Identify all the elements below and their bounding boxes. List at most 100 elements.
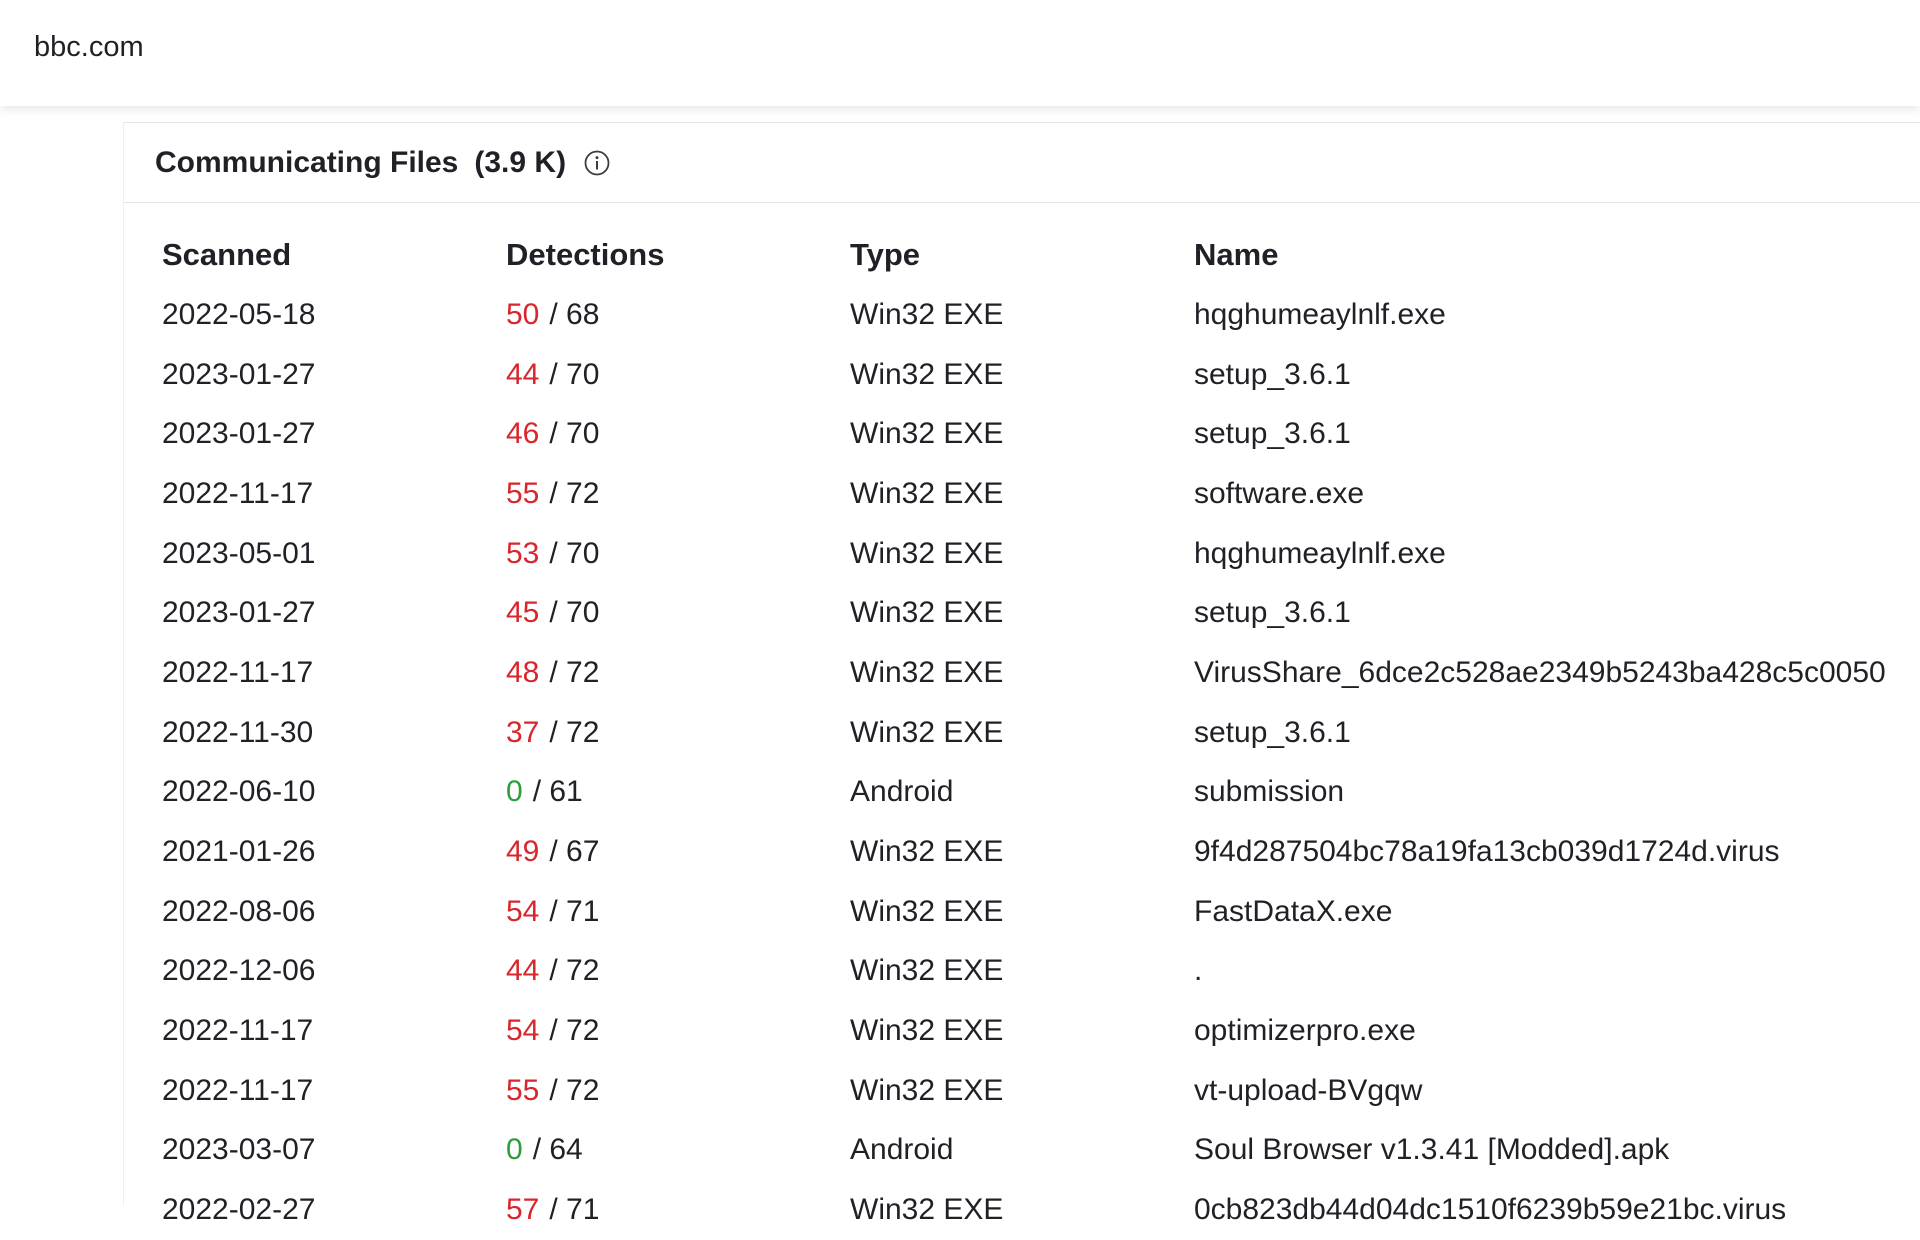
cell-detections: 49 / 67 (506, 835, 850, 869)
cell-type: Win32 EXE (850, 536, 1004, 570)
detection-total: / 61 (532, 775, 583, 809)
table-row[interactable]: 2021-01-26 49 / 67 Win32 EXE 9f4d287504bc78a… (162, 822, 1920, 882)
panel-header: Communicating Files (3.9 K) (124, 123, 1920, 203)
cell-scanned: 2023-05-01 (162, 536, 316, 570)
cell-name[interactable]: setup_3.6.1 (1194, 716, 1920, 750)
table-row[interactable]: 2023-03-07 0 / 64 Android Soul Browser v1.3.… (162, 1121, 1920, 1181)
detection-total: / 72 (549, 655, 600, 689)
cell-type: Win32 EXE (850, 1014, 1004, 1048)
table-row[interactable]: 2022-11-17 54 / 72 Win32 EXE optimizerpro.ex… (162, 1001, 1920, 1061)
cell-type: Win32 EXE (850, 357, 1004, 391)
cell-detections: 45 / 70 (506, 596, 850, 630)
cell-detections: 44 / 72 (506, 954, 850, 988)
cell-name[interactable]: 9f4d287504bc78a19fa13cb039d1724d.virus (1194, 835, 1920, 869)
detection-total: / 71 (549, 1193, 600, 1227)
cell-detections: 54 / 71 (506, 895, 850, 929)
cell-detections: 0 / 61 (506, 775, 850, 809)
detection-positives: 55 (506, 1073, 540, 1107)
cell-name[interactable]: hqghumeaylnlf.exe (1194, 537, 1920, 571)
detection-positives: 0 (506, 1133, 523, 1167)
cell-name[interactable]: FastDataX.exe (1194, 895, 1920, 929)
table-row[interactable]: 2023-01-27 45 / 70 Win32 EXE setup_3.6.1 (162, 583, 1920, 643)
cell-scanned: 2022-12-06 (162, 954, 316, 988)
table-row[interactable]: 2023-01-27 44 / 70 Win32 EXE setup_3.6.1 (162, 345, 1920, 405)
cell-type: Win32 EXE (850, 835, 1004, 869)
detection-positives: 54 (506, 1014, 540, 1048)
cell-detections: 57 / 71 (506, 1193, 850, 1227)
column-header-type[interactable]: Type (850, 237, 1194, 273)
section-title: Communicating Files (155, 145, 459, 179)
column-header-name[interactable]: Name (1194, 237, 1920, 273)
cell-type: Win32 EXE (850, 476, 1004, 510)
cell-scanned: 2021-01-26 (162, 835, 316, 869)
table-row[interactable]: 2022-11-17 55 / 72 Win32 EXE software.exe (162, 464, 1920, 524)
detection-positives: 50 (506, 297, 540, 331)
cell-name[interactable]: vt-upload-BVgqw (1194, 1074, 1920, 1108)
detection-total: / 70 (549, 536, 600, 570)
cell-detections: 53 / 70 (506, 537, 850, 571)
cell-detections: 44 / 70 (506, 358, 850, 392)
table-row[interactable]: 2023-01-27 46 / 70 Win32 EXE setup_3.6.1 (162, 404, 1920, 464)
table-body: 2022-05-18 50 / 68 Win32 EXE hqghumeaylnlf.e… (162, 285, 1920, 1240)
cell-type: Win32 EXE (850, 954, 1004, 988)
cell-type: Android (850, 775, 954, 809)
info-circle-icon[interactable] (583, 149, 611, 177)
cell-scanned: 2022-06-10 (162, 775, 316, 809)
cell-detections: 55 / 72 (506, 477, 850, 511)
column-header-scanned[interactable]: Scanned (162, 237, 506, 273)
cell-scanned: 2022-08-06 (162, 894, 316, 928)
cell-name[interactable]: hqghumeaylnlf.exe (1194, 298, 1920, 332)
detection-positives: 46 (506, 417, 540, 451)
cell-name[interactable]: submission (1194, 775, 1920, 809)
detection-positives: 53 (506, 536, 540, 570)
table-row[interactable]: 2022-11-30 37 / 72 Win32 EXE setup_3.6.1 (162, 703, 1920, 763)
cell-name[interactable]: software.exe (1194, 477, 1920, 511)
cell-type: Win32 EXE (850, 596, 1004, 630)
cell-detections: 46 / 70 (506, 417, 850, 451)
table-row[interactable]: 2022-02-27 57 / 71 Win32 EXE 0cb823db44d04dc… (162, 1180, 1920, 1240)
cell-name[interactable]: setup_3.6.1 (1194, 417, 1920, 451)
detection-total: / 64 (532, 1133, 583, 1167)
cell-type: Win32 EXE (850, 417, 1004, 451)
table-row[interactable]: 2022-11-17 55 / 72 Win32 EXE vt-upload-BVgqw (162, 1061, 1920, 1121)
detection-positives: 0 (506, 775, 523, 809)
cell-name[interactable]: . (1194, 954, 1920, 988)
table-row[interactable]: 2022-06-10 0 / 61 Android submission (162, 763, 1920, 823)
detection-total: / 72 (549, 1014, 600, 1048)
detection-positives: 55 (506, 476, 540, 510)
domain-label: bbc.com (34, 31, 144, 63)
section-count: (3.9 K) (474, 145, 567, 179)
table-row[interactable]: 2022-11-17 48 / 72 Win32 EXE VirusShare_6dce… (162, 643, 1920, 703)
cell-scanned: 2022-11-17 (162, 655, 314, 689)
detection-total: / 70 (549, 596, 600, 630)
top-bar: bbc.com (0, 0, 1920, 106)
cell-name[interactable]: Soul Browser v1.3.41 [Modded].apk (1194, 1133, 1920, 1167)
table-row[interactable]: 2022-12-06 44 / 72 Win32 EXE. (162, 942, 1920, 1002)
detection-positives: 44 (506, 954, 540, 988)
cell-name[interactable]: setup_3.6.1 (1194, 358, 1920, 392)
detection-total: / 68 (549, 297, 600, 331)
cell-detections: 0 / 64 (506, 1133, 850, 1167)
cell-type: Android (850, 1133, 954, 1167)
cell-type: Win32 EXE (850, 894, 1004, 928)
communicating-files-panel: Communicating Files (3.9 K) Scanned Dete… (123, 122, 1920, 1226)
cell-detections: 55 / 72 (506, 1074, 850, 1108)
cell-name[interactable]: optimizerpro.exe (1194, 1014, 1920, 1048)
cell-type: Win32 EXE (850, 1073, 1004, 1107)
detection-total: / 67 (549, 835, 600, 869)
detection-total: / 70 (549, 417, 600, 451)
cell-name[interactable]: setup_3.6.1 (1194, 596, 1920, 630)
detection-total: / 71 (549, 894, 600, 928)
cell-detections: 48 / 72 (506, 656, 850, 690)
table-row[interactable]: 2022-08-06 54 / 71 Win32 EXE FastDataX.exe (162, 882, 1920, 942)
table-row[interactable]: 2022-05-18 50 / 68 Win32 EXE hqghumeaylnlf.e… (162, 285, 1920, 345)
column-header-detections[interactable]: Detections (506, 237, 850, 273)
table-row[interactable]: 2023-05-01 53 / 70 Win32 EXE hqghumeaylnlf.e… (162, 524, 1920, 584)
cell-scanned: 2022-11-17 (162, 1073, 314, 1107)
cell-scanned: 2022-11-30 (162, 715, 314, 749)
cell-name[interactable]: 0cb823db44d04dc1510f6239b59e21bc.virus (1194, 1193, 1920, 1227)
detection-positives: 48 (506, 655, 540, 689)
cell-name[interactable]: VirusShare_6dce2c528ae2349b5243ba428c5c0… (1194, 656, 1920, 690)
detection-total: / 72 (549, 715, 600, 749)
files-table: Scanned Detections Type Name 2022-05-18 5… (162, 225, 1920, 1240)
